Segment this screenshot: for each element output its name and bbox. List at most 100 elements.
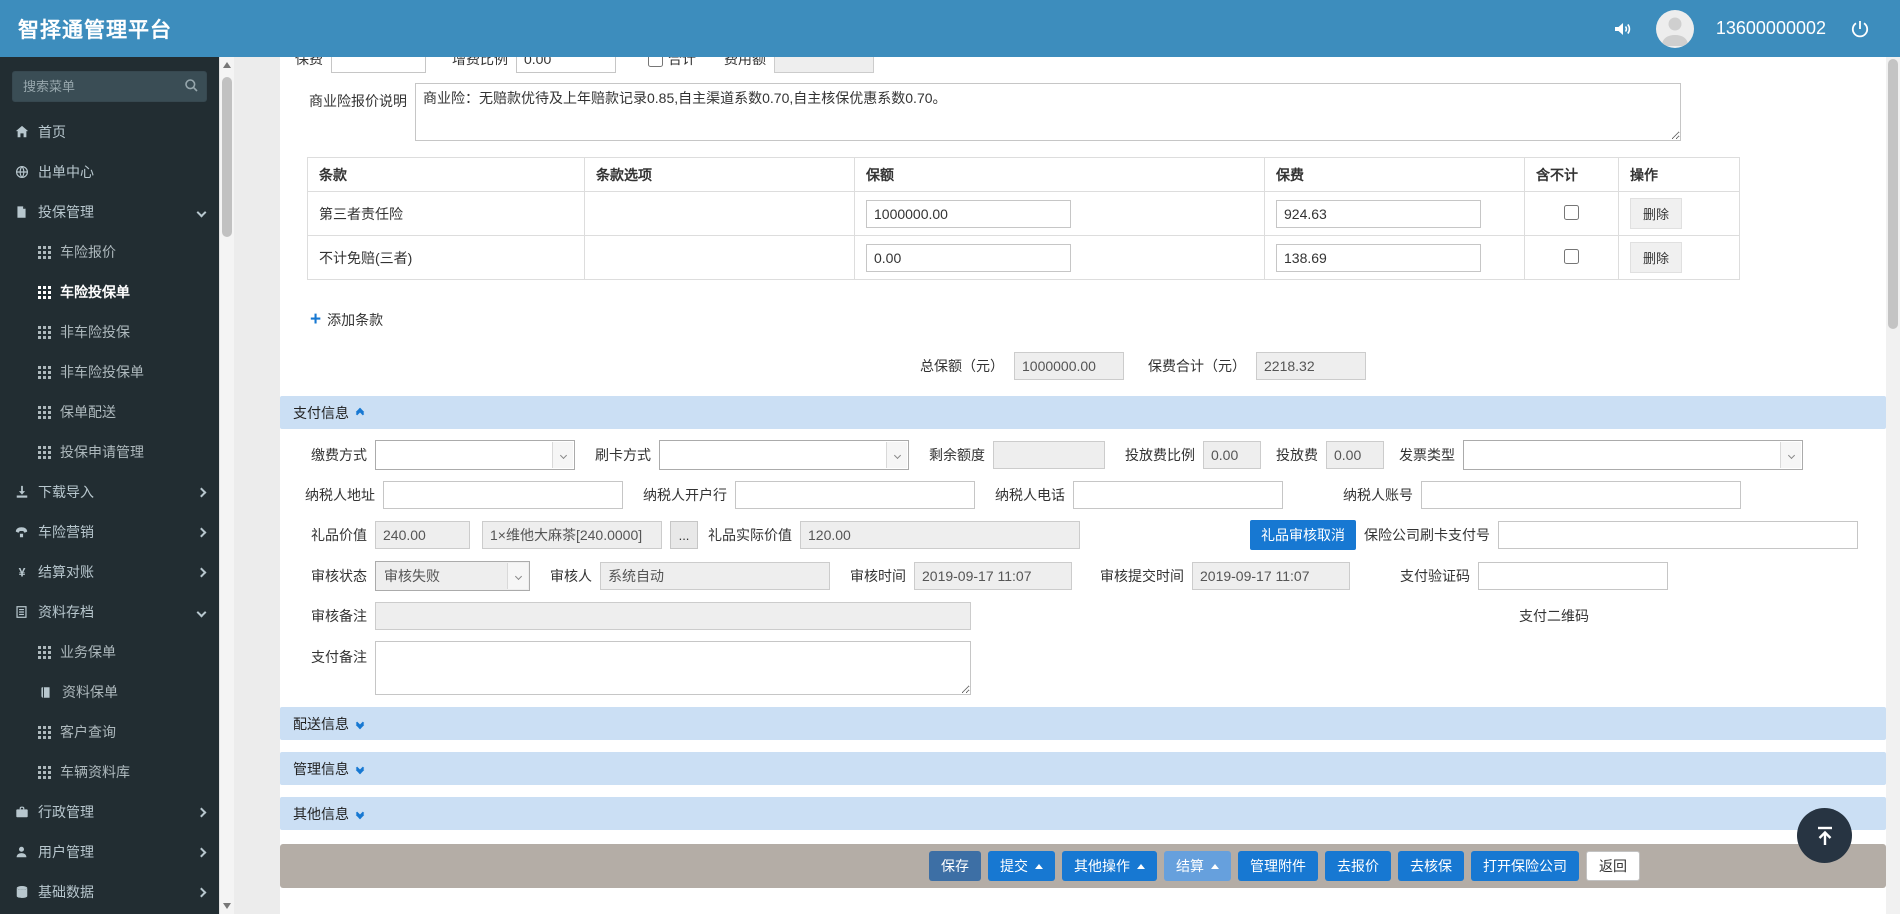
included-checkbox[interactable] [1564, 204, 1579, 220]
search-input[interactable] [12, 71, 207, 102]
sidebar-item-admin-mgmt[interactable]: 行政管理 [0, 792, 219, 832]
go-underwrite-button[interactable]: 去核保 [1398, 851, 1464, 881]
open-insurer-button[interactable]: 打开保险公司 [1471, 851, 1579, 881]
sidebar-item-vehicle-db[interactable]: 车辆资料库 [0, 752, 219, 792]
sidebar-item-business-policy[interactable]: 业务保单 [0, 632, 219, 672]
quote-note-textarea[interactable]: 商业险：无赔款优待及上年赔款记录0.85,自主渠道系数0.70,自主核保优惠系数… [415, 83, 1681, 141]
pay-method-select[interactable] [375, 440, 575, 470]
sidebar-item-home[interactable]: 首页 [0, 112, 219, 152]
taxpayer-account-input[interactable] [1421, 481, 1741, 509]
scroll-down-arrow[interactable] [223, 903, 231, 909]
section-management-info[interactable]: 管理信息 [280, 752, 1886, 785]
auditor-input [600, 562, 830, 590]
sidebar-item-proposal-request[interactable]: 投保申请管理 [0, 432, 219, 472]
sidebar-scroll-thumb[interactable] [222, 77, 232, 237]
gift-more-button[interactable]: ... [670, 521, 698, 549]
back-to-top-button[interactable] [1797, 808, 1852, 863]
sidebar-item-car-quote[interactable]: 车险报价 [0, 232, 219, 272]
amount-input[interactable] [866, 243, 1071, 272]
save-button[interactable]: 保存 [929, 851, 981, 881]
other-actions-button[interactable]: 其他操作 [1062, 851, 1157, 881]
sidebar-item-issue-center[interactable]: 出单中心 [0, 152, 219, 192]
page-scroll-thumb[interactable] [1888, 59, 1898, 329]
gift-value-label: 礼品价值 [311, 527, 367, 543]
database-icon [14, 885, 29, 900]
grid-icon [38, 645, 51, 659]
sidebar-item-customer-query[interactable]: 客户查询 [0, 712, 219, 752]
sidebar-item-car-proposal[interactable]: 车险投保单 [0, 272, 219, 312]
col-included: 含不计 [1524, 157, 1619, 192]
section-payment-info[interactable]: 支付信息 [280, 396, 1886, 429]
total-checkbox[interactable] [648, 57, 663, 67]
sidebar-scrollbar[interactable] [219, 57, 234, 914]
sidebar-item-policy-mgmt[interactable]: 投保管理 [0, 192, 219, 232]
premium-input[interactable] [331, 57, 426, 73]
sidebar-item-policy-delivery[interactable]: 保单配送 [0, 392, 219, 432]
user-phone: 13600000002 [1715, 18, 1826, 38]
app-header: 智择通管理平台 13600000002 [0, 0, 1900, 57]
taxpayer-account-label: 纳税人账号 [1343, 487, 1413, 503]
plus-icon: + [310, 309, 322, 330]
manage-attachments-button[interactable]: 管理附件 [1238, 851, 1318, 881]
dropup-caret-icon [1137, 863, 1145, 869]
submit-button[interactable]: 提交 [988, 851, 1055, 881]
back-button[interactable]: 返回 [1586, 851, 1640, 881]
scroll-up-arrow[interactable] [223, 62, 231, 68]
go-quote-button[interactable]: 去报价 [1325, 851, 1391, 881]
chevron-down-icon [552, 442, 573, 468]
settle-button[interactable]: 结算 [1164, 851, 1231, 881]
invoice-type-select[interactable] [1463, 440, 1803, 470]
taxpayer-address-input[interactable] [383, 481, 623, 509]
section-delivery-info[interactable]: 配送信息 [280, 707, 1886, 740]
form-card: 保费 增费比例 合计 费用额 商业险报价说明 商业险：无赔款优待及上年赔款记录0… [280, 57, 1886, 914]
fee-input[interactable] [774, 57, 874, 73]
taxpayer-bank-input[interactable] [735, 481, 975, 509]
premium-input[interactable] [1276, 199, 1481, 228]
gift-audit-cancel-button[interactable]: 礼品审核取消 [1250, 520, 1356, 550]
amount-input[interactable] [866, 199, 1071, 228]
page-scrollbar[interactable] [1886, 57, 1900, 914]
term-name: 第三者责任险 [307, 191, 585, 236]
col-action: 操作 [1618, 157, 1740, 192]
taxpayer-phone-input[interactable] [1073, 481, 1283, 509]
sidebar-item-data-policy[interactable]: 资料保单 [0, 672, 219, 712]
home-icon [14, 125, 29, 140]
quote-note-row: 商业险报价说明 商业险：无赔款优待及上年赔款记录0.85,自主渠道系数0.70,… [295, 83, 1886, 141]
rate-input[interactable] [516, 57, 616, 73]
sidebar-item-noncar-insure[interactable]: 非车险投保 [0, 312, 219, 352]
delete-button[interactable]: 删除 [1630, 198, 1683, 229]
section-title: 管理信息 [293, 760, 349, 777]
quote-note-label: 商业险报价说明 [309, 93, 407, 109]
card-pay-no-input[interactable] [1498, 521, 1858, 549]
sidebar-item-base-data[interactable]: 基础数据 [0, 872, 219, 912]
premium-input[interactable] [1276, 243, 1481, 272]
add-term-link[interactable]: + 添加条款 [310, 310, 1886, 330]
sidebar-item-noncar-proposal[interactable]: 非车险投保单 [0, 352, 219, 392]
sidebar-item-settlement[interactable]: ¥ 结算对账 [0, 552, 219, 592]
included-checkbox[interactable] [1564, 248, 1579, 264]
sidebar-item-user-mgmt[interactable]: 用户管理 [0, 832, 219, 872]
search-icon[interactable] [184, 78, 199, 96]
book-icon [38, 685, 53, 700]
delete-button[interactable]: 删除 [1630, 242, 1683, 273]
sidebar-item-archive[interactable]: 资料存档 [0, 592, 219, 632]
dropup-caret-icon [1035, 863, 1043, 869]
col-option: 条款选项 [584, 157, 855, 192]
premium-label: 保费 [295, 57, 323, 67]
pay-code-input[interactable] [1478, 562, 1668, 590]
sidebar-item-download-import[interactable]: 下载导入 [0, 472, 219, 512]
pay-remark-textarea[interactable] [375, 641, 971, 695]
payment-row-2: 纳税人地址 纳税人开户行 纳税人电话 纳税人账号 [295, 481, 1886, 509]
total-premium-label: 保费合计（元） [1148, 358, 1246, 374]
sidebar-item-car-marketing[interactable]: 车险营销 [0, 512, 219, 552]
section-other-info[interactable]: 其他信息 [280, 797, 1886, 830]
drop-fee-label: 投放费 [1276, 447, 1318, 463]
speaker-icon[interactable] [1610, 17, 1634, 41]
card-method-select[interactable] [659, 440, 909, 470]
archive-icon [14, 605, 29, 620]
power-icon[interactable] [1848, 17, 1872, 41]
avatar[interactable] [1655, 9, 1694, 48]
expand-down-icon [355, 718, 365, 729]
user-icon [14, 845, 29, 860]
grid-icon [38, 725, 51, 739]
